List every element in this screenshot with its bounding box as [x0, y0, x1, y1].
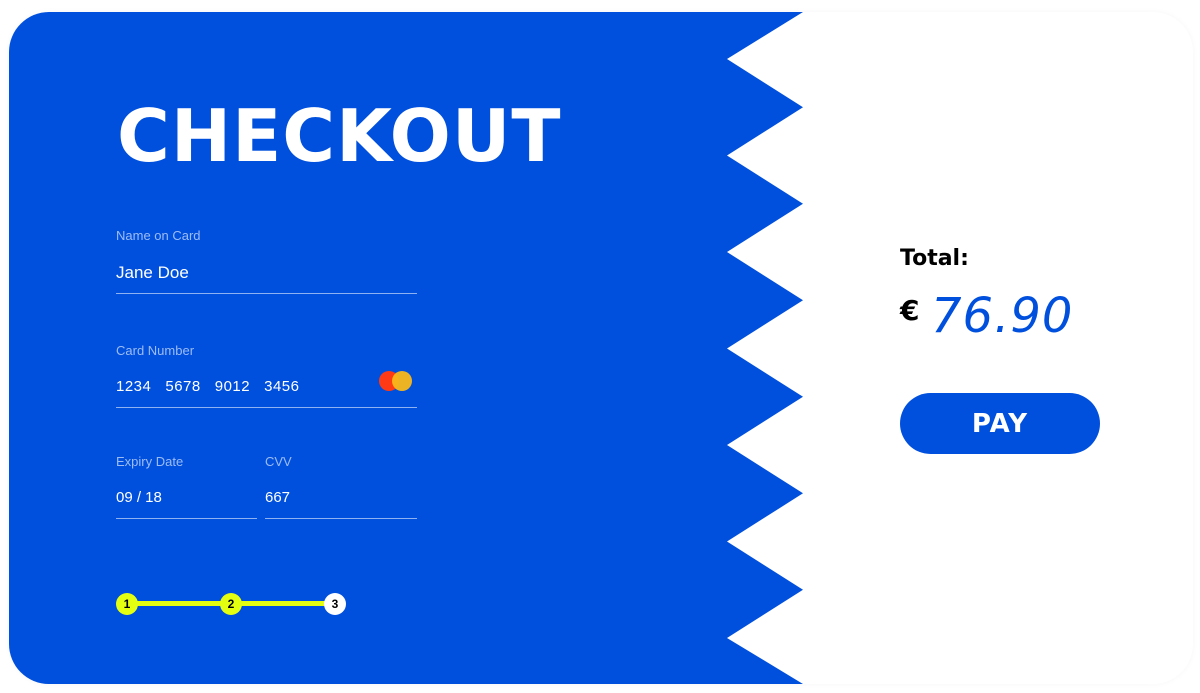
currency-symbol: €: [900, 294, 920, 327]
total-amount: 76.90: [931, 288, 1074, 344]
expiry-date-label: Expiry Date: [116, 454, 184, 469]
card-number-input[interactable]: [116, 378, 371, 395]
expiry-date-input[interactable]: [116, 489, 256, 506]
step-3[interactable]: 3: [324, 593, 346, 615]
card-number-label: Card Number: [116, 343, 195, 358]
cvv-underline: [265, 518, 417, 519]
cvv-input[interactable]: [265, 489, 415, 506]
step-1[interactable]: 1: [116, 593, 138, 615]
pay-button[interactable]: PAY: [900, 393, 1100, 454]
expiry-date-underline: [116, 518, 257, 519]
checkout-card: CHECKOUT Name on Card Card Number Expiry…: [9, 12, 1193, 684]
card-number-underline: [116, 407, 417, 408]
zigzag-edge: [727, 12, 803, 684]
name-on-card-label: Name on Card: [116, 228, 201, 243]
name-on-card-underline: [116, 293, 417, 294]
cvv-label: CVV: [265, 454, 292, 469]
mastercard-yellow-circle: [392, 371, 412, 391]
progress-stepper: 1 2 3: [116, 593, 346, 615]
mastercard-icon: [379, 371, 413, 393]
name-on-card-input[interactable]: [116, 263, 416, 283]
total-label: Total:: [900, 246, 969, 271]
step-2[interactable]: 2: [220, 593, 242, 615]
page-title: CHECKOUT: [117, 94, 562, 178]
